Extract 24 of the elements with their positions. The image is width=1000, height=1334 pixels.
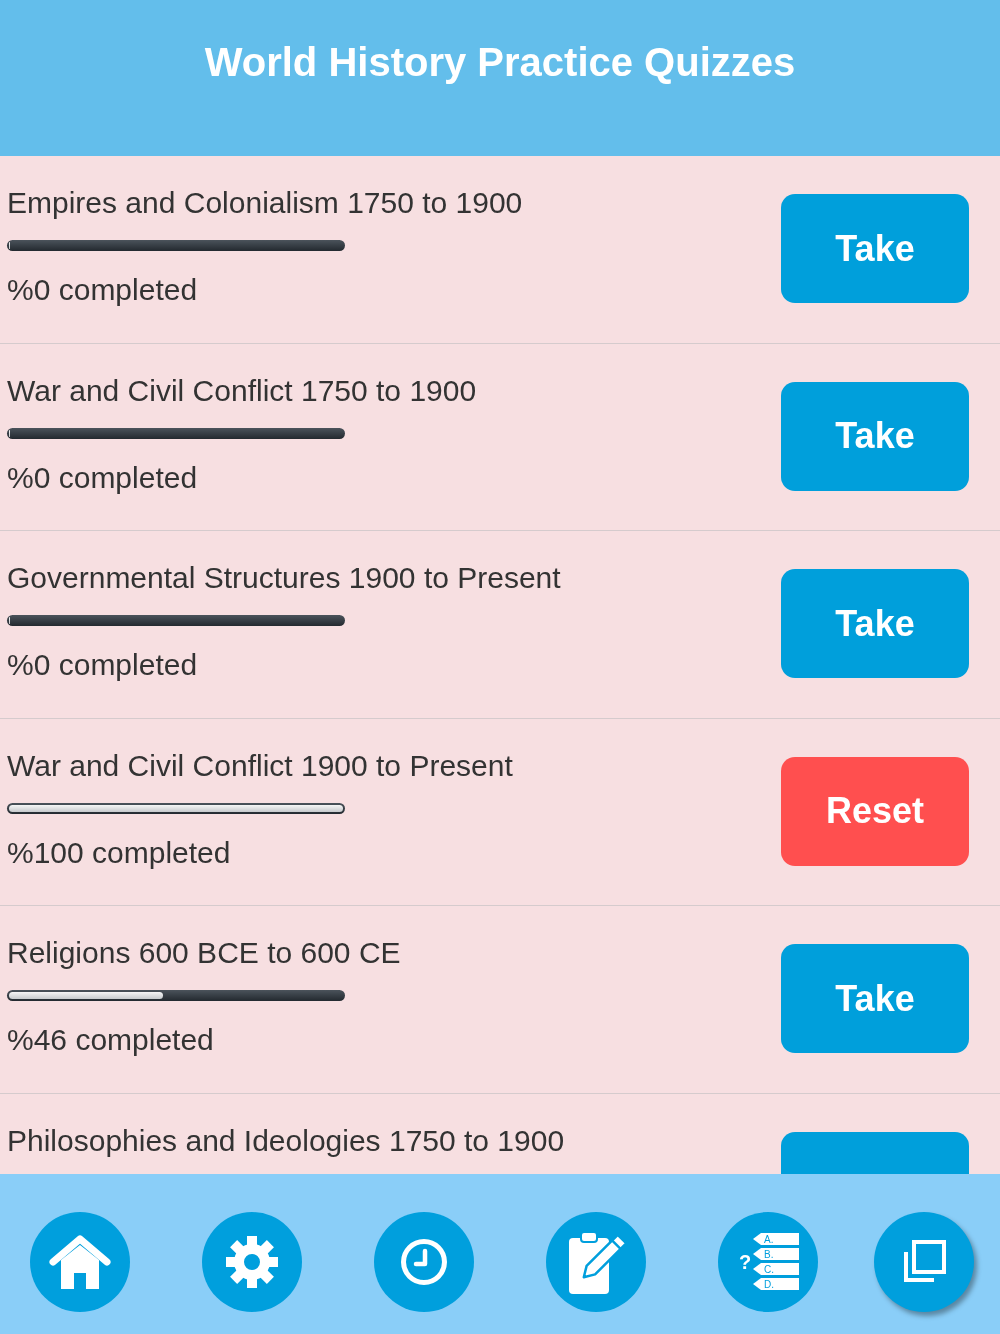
completion-text: %46 completed	[7, 1022, 214, 1058]
take-button[interactable]: Take	[781, 569, 969, 678]
completion-text: %0 completed	[7, 459, 198, 496]
quiz-button[interactable]: ? A. B. C. D.	[718, 1212, 818, 1312]
clock-icon	[401, 1239, 447, 1285]
home-icon	[49, 1235, 111, 1289]
settings-icon	[226, 1236, 278, 1288]
quiz-title: Governmental Structures 1900 to Present	[7, 560, 561, 596]
take-button[interactable]	[781, 1131, 969, 1174]
take-button[interactable]: Take	[781, 944, 969, 1053]
quiz-title: Philosophies and Ideologies 1750 to 1900	[7, 1122, 565, 1159]
quiz-title: War and Civil Conflict 1900 to Present	[7, 747, 513, 784]
reset-button[interactable]: Reset	[781, 756, 969, 866]
completion-text: %0 completed	[7, 647, 198, 683]
completion-text: %100 completed	[7, 834, 231, 871]
quiz-title: Empires and Colonialism 1750 to 1900	[7, 185, 523, 221]
page-title: World History Practice Quizzes	[204, 39, 796, 86]
quiz-title: Religions 600 BCE to 600 CE	[7, 935, 401, 971]
quiz-title: War and Civil Conflict 1750 to 1900	[7, 372, 477, 409]
take-button[interactable]: Take	[781, 381, 969, 491]
copy-icon	[902, 1240, 946, 1284]
completion-text: %0 completed	[7, 272, 198, 308]
clipboard-pencil-icon	[567, 1230, 625, 1294]
take-button[interactable]: Take	[781, 194, 969, 303]
